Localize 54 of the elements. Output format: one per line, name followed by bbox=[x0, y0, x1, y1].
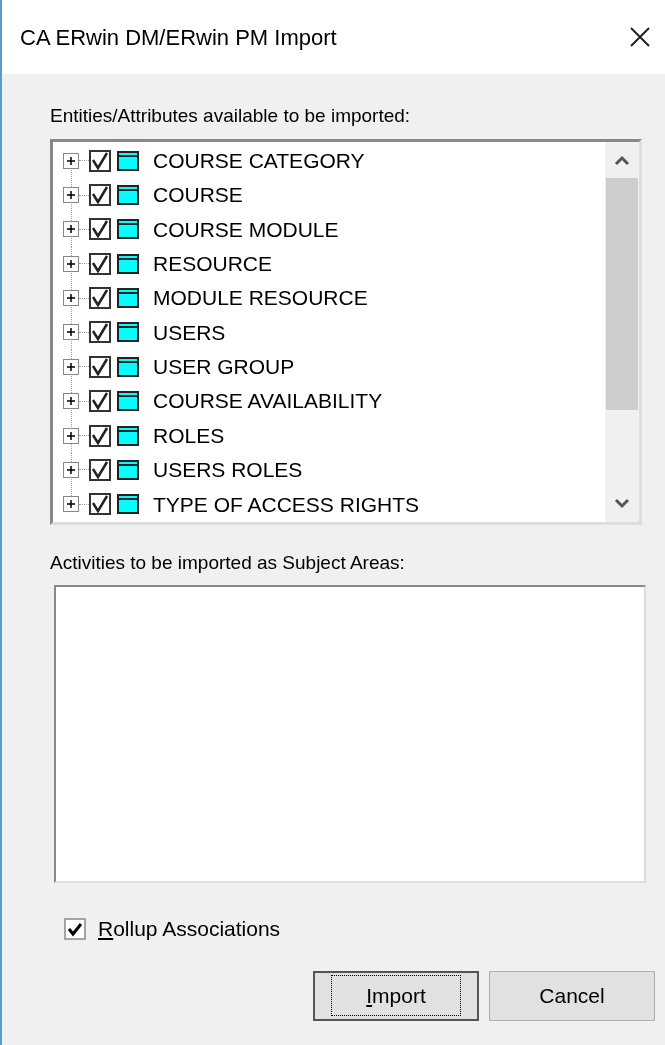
expand-icon[interactable] bbox=[63, 427, 79, 444]
close-icon[interactable] bbox=[629, 26, 651, 48]
scrollbar[interactable] bbox=[605, 141, 639, 522]
expand-icon[interactable] bbox=[63, 152, 79, 169]
expand-icon[interactable] bbox=[63, 324, 79, 341]
table-icon bbox=[117, 425, 139, 446]
checkbox[interactable] bbox=[89, 287, 111, 310]
table-icon bbox=[117, 391, 139, 412]
expand-icon[interactable] bbox=[63, 496, 79, 513]
checkbox[interactable] bbox=[89, 252, 111, 275]
expand-icon[interactable] bbox=[63, 358, 79, 375]
entity-name[interactable]: COURSE CATEGORY bbox=[153, 144, 365, 177]
checkbox[interactable] bbox=[89, 149, 111, 172]
scrollbar-thumb[interactable] bbox=[606, 177, 638, 410]
entity-name[interactable]: COURSE AVAILABILITY bbox=[153, 385, 383, 417]
checkbox[interactable] bbox=[89, 355, 111, 378]
table-icon bbox=[117, 219, 139, 240]
entity-name[interactable]: COURSE bbox=[153, 179, 243, 211]
table-icon bbox=[117, 253, 139, 274]
table-icon bbox=[117, 459, 139, 480]
checkbox[interactable] bbox=[89, 321, 111, 344]
entity-name[interactable]: TYPE OF ACCESS RIGHTS bbox=[153, 488, 420, 520]
dialog-button[interactable]: Cancel bbox=[489, 970, 655, 1021]
expand-icon[interactable] bbox=[63, 187, 79, 204]
expand-icon[interactable] bbox=[63, 290, 79, 307]
checkbox[interactable] bbox=[89, 458, 111, 481]
checkbox[interactable] bbox=[89, 218, 111, 241]
section-label: Entities/Attributes available to be imported: bbox=[50, 104, 412, 128]
checkbox[interactable] bbox=[89, 493, 111, 516]
table-icon bbox=[117, 185, 139, 206]
checkbox[interactable] bbox=[89, 390, 111, 413]
expand-icon[interactable] bbox=[63, 461, 79, 478]
checkbox[interactable] bbox=[89, 184, 111, 207]
checkbox[interactable] bbox=[89, 424, 111, 447]
entity-name[interactable]: MODULE RESOURCE bbox=[153, 282, 368, 314]
table-icon bbox=[117, 356, 139, 377]
entity-name[interactable]: USERS ROLES bbox=[153, 454, 303, 486]
entity-name[interactable]: USER GROUP bbox=[153, 351, 295, 383]
table-icon bbox=[117, 288, 139, 309]
table-icon bbox=[117, 150, 139, 171]
entity-name[interactable]: ROLES bbox=[153, 419, 225, 452]
table-icon bbox=[117, 322, 139, 343]
entity-name[interactable]: COURSE MODULE bbox=[153, 213, 339, 246]
dialog-button[interactable]: Import bbox=[313, 970, 479, 1021]
table-icon bbox=[117, 494, 139, 515]
expand-icon[interactable] bbox=[63, 221, 79, 238]
window-title: CA ERwin DM/ERwin PM Import bbox=[20, 23, 337, 52]
checkbox-label[interactable]: Rollup Associations bbox=[98, 913, 281, 945]
expand-icon[interactable] bbox=[63, 255, 79, 272]
checkbox[interactable] bbox=[64, 917, 86, 940]
entity-name[interactable]: RESOURCE bbox=[153, 248, 273, 280]
expand-icon[interactable] bbox=[63, 393, 79, 410]
section-label: Activities to be imported as Subject Areas: bbox=[50, 550, 406, 575]
entity-name[interactable]: USERS bbox=[153, 316, 226, 349]
